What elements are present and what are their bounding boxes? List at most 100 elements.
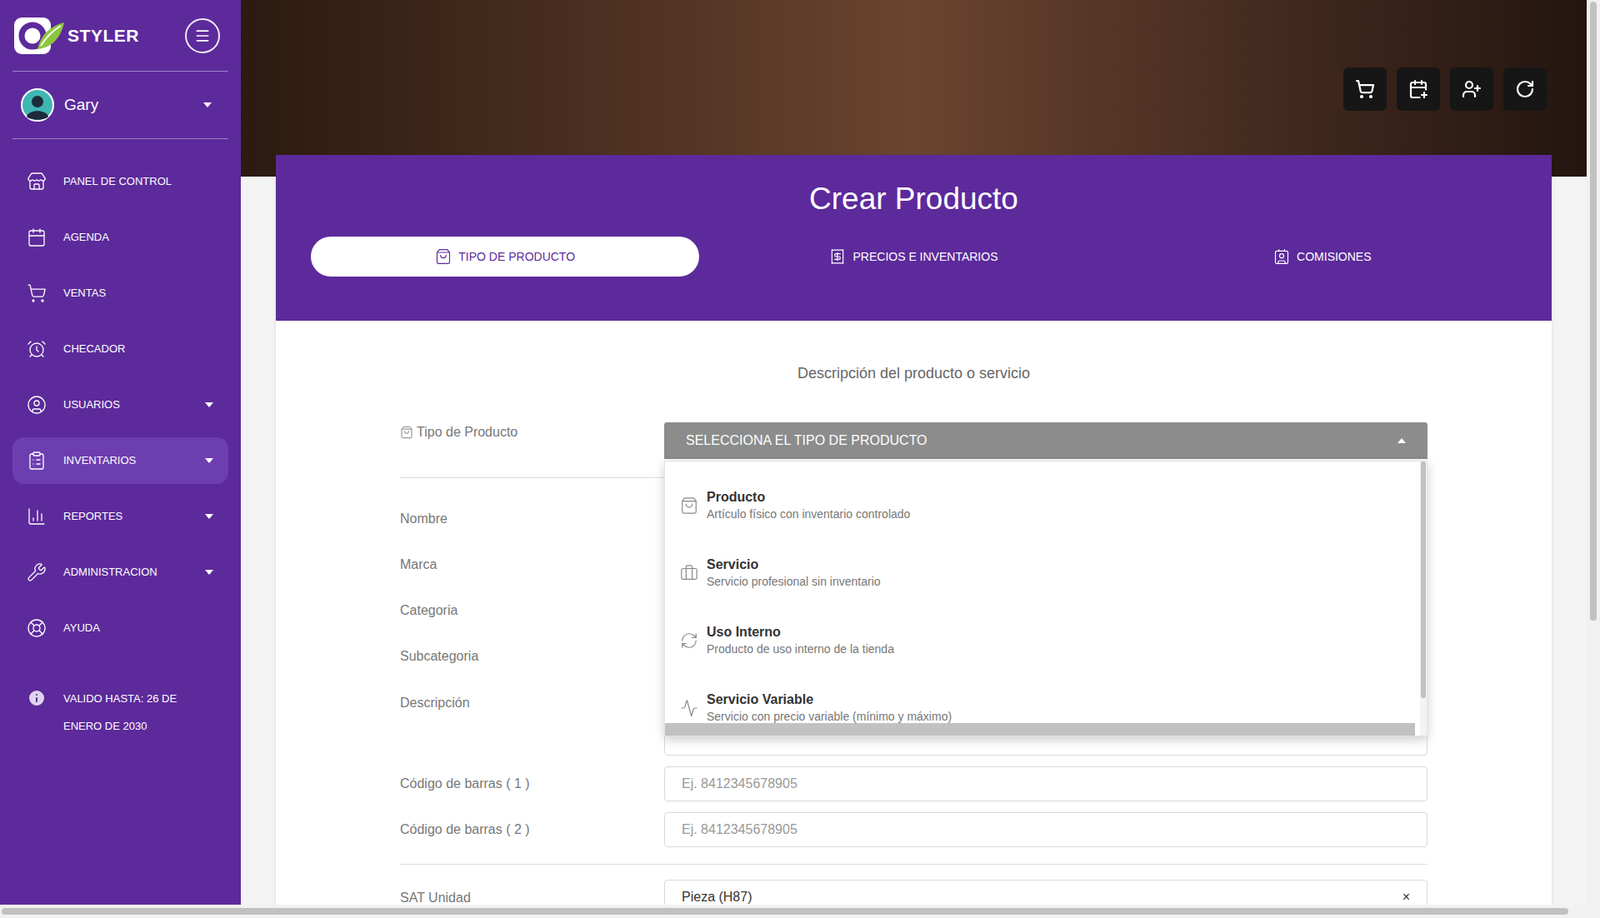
sidebar-item-label: REPORTES (63, 508, 205, 525)
refresh-button[interactable] (1503, 67, 1547, 111)
sidebar-item-label: AYUDA (63, 620, 214, 637)
option-title: Servicio Variable (706, 691, 952, 709)
sidebar-item-icon (26, 227, 47, 248)
sat-row: SAT UnidadPieza (H87)× (400, 864, 1428, 905)
input-field[interactable]: Ej. 8412345678905 (664, 766, 1428, 802)
user-menu[interactable]: Gary (12, 71, 229, 140)
sidebar-item[interactable]: CHECADOR (12, 325, 229, 373)
tab-label: COMISIONES (1296, 248, 1371, 266)
sidebar-item[interactable]: ADMINISTRACION (12, 549, 229, 596)
info-icon (26, 688, 47, 709)
quick-actions (1343, 67, 1547, 111)
license-text: VALIDO HASTA: 26 DE ENERO DE 2030 (63, 685, 205, 740)
type-select-wrapper: SELECCIONA EL TIPO DE PRODUCTOProductoAr… (664, 422, 1428, 460)
sidebar-item-label: AGENDA (63, 229, 214, 246)
sidebar-header: STYLER (12, 0, 229, 72)
field-label: Categoria (400, 593, 665, 629)
page-hscrollbar[interactable] (0, 905, 1600, 918)
option-description: Servicio con precio variable (mínimo y m… (706, 708, 952, 725)
option-icon (680, 564, 699, 583)
type-row: Tipo de ProductoSELECCIONA EL TIPO DE PR… (400, 422, 1428, 479)
option-description: Producto de uso interno de la tienda (706, 640, 895, 658)
new-appointment-button[interactable] (1396, 67, 1440, 111)
user-avatar-icon (20, 88, 55, 122)
option-title: Servicio (706, 556, 881, 574)
sidebar-item-label: CHECADOR (63, 340, 214, 358)
option-icon (680, 496, 699, 515)
new-sale-button[interactable] (1343, 67, 1387, 111)
sidebar-item-icon (26, 506, 47, 527)
sidebar-item-icon (26, 283, 47, 304)
tab-icon (1273, 248, 1290, 265)
sidebar-item-label: ADMINISTRACION (63, 564, 205, 581)
tab-icon (435, 248, 452, 265)
card-header: Crear ProductoTIPO DE PRODUCTOPRECIOS E … (275, 155, 1552, 321)
field-label: Código de barras ( 2 ) (400, 812, 665, 848)
option-title: Uso Interno (706, 624, 895, 641)
caret-down-icon (203, 102, 212, 108)
caret-up-icon (1397, 438, 1406, 444)
sidebar-toggle-button[interactable] (185, 18, 220, 54)
tab[interactable]: PRECIOS E INVENTARIOS (719, 236, 1108, 277)
type-label: Tipo de Producto (400, 422, 665, 443)
option-title: Producto (706, 489, 910, 506)
dropdown-hscrollbar[interactable] (665, 723, 1415, 736)
option-description: Artículo físico con inventario controlad… (706, 505, 910, 523)
menu-icon (194, 27, 211, 45)
field-label: SAT Unidad (400, 880, 665, 905)
action-icon (1461, 79, 1482, 100)
sidebar-item-icon (26, 171, 47, 192)
dropdown-options: ProductoArtículo físico con inventario c… (665, 461, 1420, 736)
tab-label: TIPO DE PRODUCTO (458, 248, 575, 266)
tabs: TIPO DE PRODUCTO PRECIOS E INVENTARIOS COM… (310, 236, 1517, 277)
tab[interactable]: COMISIONES (1128, 236, 1517, 277)
new-client-button[interactable] (1450, 67, 1494, 111)
sidebar-item[interactable]: VENTAS (12, 270, 229, 317)
sidebar-item[interactable]: AGENDA (12, 214, 229, 261)
sidebar-item-label: PANEL DE CONTROL (63, 173, 214, 190)
sidebar-item[interactable]: REPORTES (12, 493, 229, 540)
dropdown-scrollbar[interactable] (1420, 461, 1427, 736)
sidebar-item[interactable]: PANEL DE CONTROL (12, 158, 229, 205)
caret-down-icon (205, 458, 214, 464)
styler-logo-icon (12, 15, 66, 56)
sidebar-item[interactable]: AYUDA (12, 605, 229, 652)
page-vscrollbar[interactable] (1586, 0, 1600, 905)
type-select[interactable]: SELECCIONA EL TIPO DE PRODUCTO (664, 422, 1428, 460)
field-label: Nombre (400, 501, 665, 537)
field-label: Código de barras ( 1 ) (400, 766, 665, 802)
sidebar-item[interactable]: INVENTARIOS (12, 437, 229, 485)
sidebar-item-icon (26, 339, 47, 360)
brand[interactable]: STYLER (12, 15, 140, 56)
option-description: Servicio profesional sin inventario (706, 573, 881, 590)
tab-label: PRECIOS E INVENTARIOS (852, 248, 998, 266)
option-icon (680, 631, 699, 650)
tab[interactable]: TIPO DE PRODUCTO (310, 236, 700, 277)
input-field[interactable]: Ej. 8412345678905 (664, 812, 1428, 848)
field-label: Marca (400, 547, 665, 583)
bag-icon (400, 425, 414, 440)
field-label: Subcategoria (400, 639, 665, 675)
sidebar-nav: PANEL DE CONTROL AGENDA VENTAS CHECADOR USUA… (12, 139, 229, 652)
license-info: VALIDO HASTA: 26 DE ENERO DE 2030 (12, 685, 229, 740)
main: Crear ProductoTIPO DE PRODUCTOPRECIOS E … (240, 0, 1587, 905)
sidebar-item-icon (26, 395, 47, 415)
sat-select[interactable]: Pieza (H87)× (664, 880, 1428, 905)
form-subtitle: Descripción del producto o servicio (400, 364, 1428, 383)
app: STYLER Gary PANEL DE CONTROL AGENDA VENTAS CH… (0, 0, 1600, 918)
clear-button[interactable]: × (1402, 887, 1410, 905)
dropdown-option[interactable]: Uso InternoProducto de uso interno de la… (665, 606, 1420, 675)
caret-down-icon (205, 402, 214, 408)
type-dropdown: ProductoArtículo físico con inventario c… (664, 460, 1428, 737)
sidebar-item[interactable]: USUARIOS (12, 381, 229, 429)
dropdown-option[interactable]: ProductoArtículo físico con inventario c… (665, 471, 1420, 540)
form: Descripción del producto o servicio Tipo … (275, 320, 1552, 905)
action-icon (1355, 79, 1375, 100)
page-body: STYLER Gary PANEL DE CONTROL AGENDA VENTAS CH… (0, 0, 1600, 905)
create-product-card: Crear ProductoTIPO DE PRODUCTOPRECIOS E … (275, 155, 1552, 905)
dropdown-option[interactable]: ServicioServicio profesional sin inventa… (665, 539, 1420, 607)
form-row: Código de barras ( 2 )Ej. 8412345678905 (400, 812, 1428, 848)
caret-down-icon (205, 514, 214, 520)
action-icon (1515, 79, 1535, 100)
sidebar-item-icon (26, 618, 47, 639)
